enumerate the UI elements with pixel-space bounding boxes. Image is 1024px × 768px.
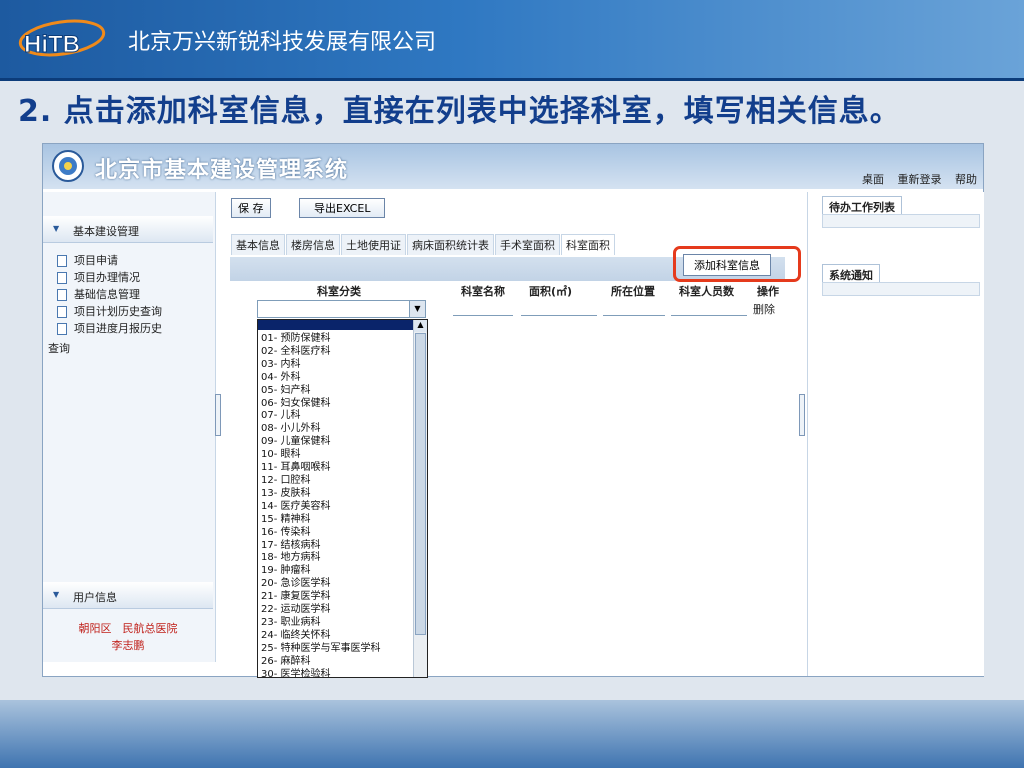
list-item[interactable]: 04- 外科 — [261, 372, 381, 385]
list-item[interactable]: 20- 急诊医学科 — [261, 578, 381, 591]
list-item[interactable]: 15- 精神科 — [261, 514, 381, 527]
document-icon — [57, 271, 67, 284]
list-item[interactable]: 17- 结核病科 — [261, 540, 381, 553]
app-title: 北京市基本建设管理系统 — [95, 158, 349, 183]
tab-land-cert[interactable]: 土地使用证 — [341, 234, 406, 255]
hitb-logo: HiTB — [18, 19, 106, 59]
list-item[interactable]: 18- 地方病科 — [261, 552, 381, 565]
list-item[interactable]: 07- 儿科 — [261, 410, 381, 423]
list-item[interactable]: 02- 全科医疗科 — [261, 346, 381, 359]
sidebar-item-project-apply[interactable]: 项目申请 — [57, 252, 162, 269]
relogin-link[interactable]: 重新登录 — [898, 173, 942, 186]
app-header: 北京市基本建设管理系统 桌面 重新登录 帮助 — [43, 144, 983, 189]
list-item[interactable]: 16- 传染科 — [261, 527, 381, 540]
document-icon — [57, 322, 67, 335]
chevron-down-icon: ▼ — [53, 590, 60, 599]
scrollbar-thumb[interactable] — [415, 333, 426, 635]
add-department-button[interactable]: 添加科室信息 — [683, 254, 771, 276]
slide-header: HiTB 北京万兴新锐科技发展有限公司 — [0, 0, 1024, 81]
highlight-box: 添加科室信息 — [673, 246, 801, 282]
tab-department-area[interactable]: 科室面积 — [561, 234, 615, 255]
col-area: 面积(㎡) — [529, 285, 573, 298]
chevron-up-icon[interactable]: ▲ — [414, 320, 427, 332]
selected-empty-option[interactable] — [258, 320, 427, 330]
slide-title: 2. 点击添加科室信息，直接在列表中选择科室，填写相关信息。 — [18, 94, 901, 129]
list-item[interactable]: 25- 特种医学与军事医学科 — [261, 643, 381, 656]
col-department-category: 科室分类 — [317, 285, 361, 298]
col-staff-count: 科室人员数 — [679, 285, 734, 298]
document-icon — [57, 254, 67, 267]
overflow-query-text: 查询 — [48, 342, 70, 355]
list-item[interactable]: 12- 口腔科 — [261, 475, 381, 488]
dropdown-options: 01- 预防保健科 02- 全科医疗科 03- 内科 04- 外科 05- 妇产… — [261, 333, 381, 677]
list-item[interactable]: 22- 运动医学科 — [261, 604, 381, 617]
department-category-select[interactable]: ▼ — [257, 300, 426, 318]
col-department-name: 科室名称 — [461, 285, 505, 298]
section-construction[interactable]: ▼ 基本建设管理 — [43, 216, 213, 243]
list-item[interactable]: 24- 临终关怀科 — [261, 630, 381, 643]
right-panel: 待办工作列表 系统通知 — [807, 192, 984, 676]
list-item[interactable]: 10- 眼科 — [261, 449, 381, 462]
section-user-info[interactable]: ▼ 用户信息 — [43, 582, 213, 609]
user-info: 朝阳区 民航总医院 李志鹏 — [73, 620, 183, 654]
top-links: 桌面 重新登录 帮助 — [852, 171, 977, 187]
department-dropdown-list[interactable]: 01- 预防保健科 02- 全科医疗科 03- 内科 04- 外科 05- 妇产… — [257, 319, 428, 678]
list-item[interactable]: 01- 预防保健科 — [261, 333, 381, 346]
col-actions: 操作 — [757, 285, 779, 298]
user-org: 朝阳区 民航总医院 — [78, 622, 178, 635]
emblem-icon — [52, 150, 84, 182]
list-item[interactable]: 19- 肿瘤科 — [261, 565, 381, 578]
col-location: 所在位置 — [611, 285, 655, 298]
list-item[interactable]: 09- 儿童保健科 — [261, 436, 381, 449]
list-item[interactable]: 13- 皮肤科 — [261, 488, 381, 501]
list-item[interactable]: 03- 内科 — [261, 359, 381, 372]
delete-link[interactable]: 删除 — [753, 301, 775, 317]
list-item[interactable]: 05- 妇产科 — [261, 385, 381, 398]
area-input[interactable] — [521, 315, 597, 316]
header-divider — [0, 78, 1024, 81]
list-item[interactable]: 06- 妇女保健科 — [261, 398, 381, 411]
list-item[interactable]: 23- 职业病科 — [261, 617, 381, 630]
export-excel-button[interactable]: 导出EXCEL — [299, 198, 386, 218]
chevron-down-icon: ▼ — [53, 224, 60, 233]
collapse-left-handle[interactable] — [215, 394, 221, 436]
list-item[interactable]: 26- 麻醉科 — [261, 656, 381, 669]
sidebar-menu: 项目申请 项目办理情况 基础信息管理 项目计划历史查询 项目进度月报历史 — [57, 252, 162, 337]
list-item[interactable]: 14- 医疗美容科 — [261, 501, 381, 514]
svg-text:HiTB: HiTB — [24, 31, 80, 58]
table-row: ▼ 删除 — [257, 299, 787, 319]
left-sidebar: ▼ 基本建设管理 项目申请 项目办理情况 基础信息管理 项目计划历史查询 项目进… — [43, 192, 216, 662]
app-window: 北京市基本建设管理系统 桌面 重新登录 帮助 ▼ 基本建设管理 项目申请 项目办… — [42, 143, 984, 678]
department-name-input[interactable] — [453, 315, 513, 316]
tab-bed-area[interactable]: 病床面积统计表 — [407, 234, 494, 255]
location-input[interactable] — [603, 315, 665, 316]
table-header: 科室分类 科室名称 面积(㎡) 所在位置 科室人员数 操作 — [257, 283, 787, 298]
staff-count-input[interactable] — [671, 315, 747, 316]
slide-footer — [0, 700, 1024, 768]
dropdown-scrollbar[interactable]: ▲ — [413, 320, 427, 677]
list-item[interactable]: 11- 耳鼻咽喉科 — [261, 462, 381, 475]
collapse-right-handle[interactable] — [799, 394, 805, 436]
todo-list-box — [822, 214, 980, 228]
sidebar-item-plan-history[interactable]: 项目计划历史查询 — [57, 303, 162, 320]
list-item[interactable]: 08- 小儿外科 — [261, 423, 381, 436]
sidebar-item-project-status[interactable]: 项目办理情况 — [57, 269, 162, 286]
tab-surgery-area[interactable]: 手术室面积 — [495, 234, 560, 255]
chevron-down-icon[interactable]: ▼ — [409, 301, 425, 317]
company-name: 北京万兴新锐科技发展有限公司 — [128, 30, 437, 55]
sidebar-item-monthly-report[interactable]: 项目进度月报历史 — [57, 320, 162, 337]
tab-basic-info[interactable]: 基本信息 — [231, 234, 285, 255]
notice-box — [822, 282, 980, 296]
info-tabs: 基本信息 楼房信息 土地使用证 病床面积统计表 手术室面积 科室面积 — [231, 234, 616, 255]
list-item[interactable]: 30- 医学检验科 — [261, 669, 381, 677]
sidebar-item-basic-info[interactable]: 基础信息管理 — [57, 286, 162, 303]
save-button[interactable]: 保 存 — [231, 198, 271, 218]
user-name: 李志鹏 — [111, 639, 145, 652]
help-link[interactable]: 帮助 — [955, 173, 977, 186]
document-icon — [57, 305, 67, 318]
list-item[interactable]: 21- 康复医学科 — [261, 591, 381, 604]
document-icon — [57, 288, 67, 301]
tab-building-info[interactable]: 楼房信息 — [286, 234, 340, 255]
desktop-link[interactable]: 桌面 — [862, 173, 884, 186]
